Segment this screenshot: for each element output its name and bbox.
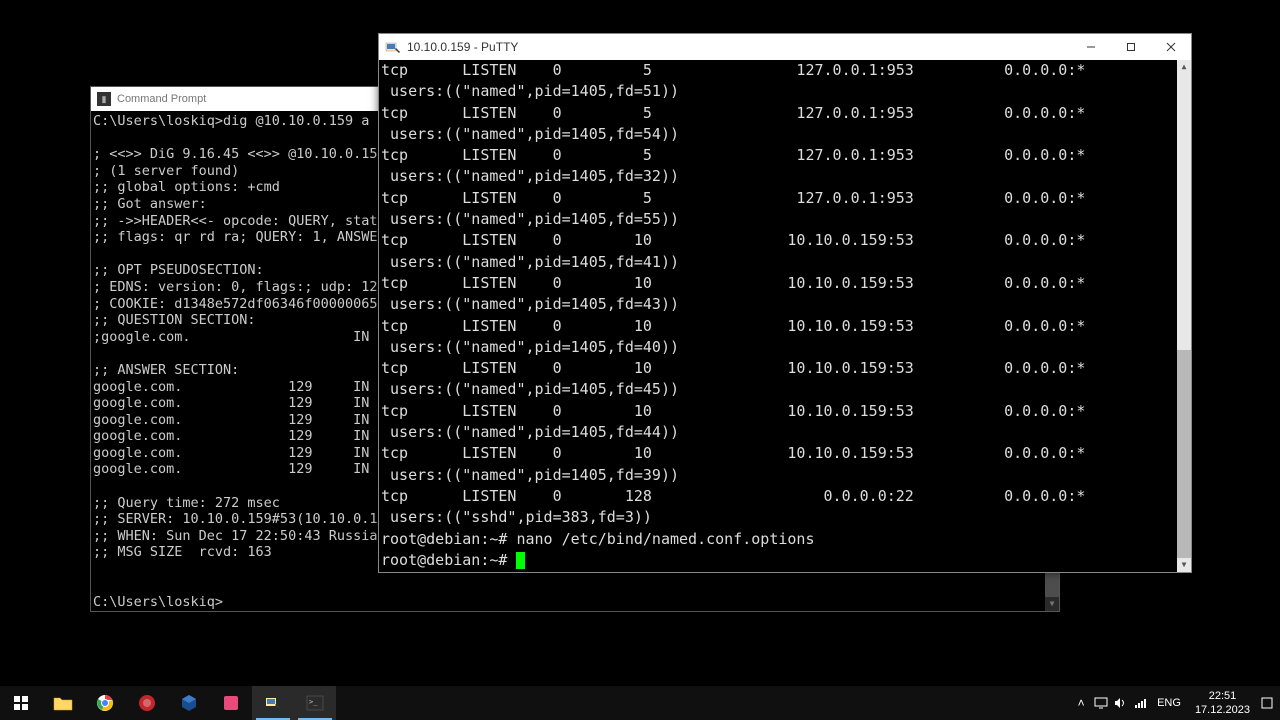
system-tray[interactable]: ˄ ENG 22:51 17.12.2023 bbox=[1071, 686, 1280, 720]
taskbar-app-pink[interactable] bbox=[210, 686, 252, 720]
taskbar[interactable]: >_ ˄ ENG 22:51 17.12.2023 bbox=[0, 686, 1280, 720]
putty-window[interactable]: 10.10.0.159 - PuTTY tcp LISTEN 0 5 127.0… bbox=[378, 33, 1192, 573]
putty-prompt: root@debian:~# bbox=[381, 551, 507, 569]
maximize-button[interactable] bbox=[1111, 34, 1151, 60]
putty-command: nano /etc/bind/named.conf.options bbox=[516, 530, 814, 548]
taskbar-cmd[interactable]: >_ bbox=[294, 686, 336, 720]
close-button[interactable] bbox=[1151, 34, 1191, 60]
tray-volume-icon[interactable] bbox=[1111, 686, 1131, 720]
tray-network-icon[interactable] bbox=[1131, 686, 1151, 720]
putty-scroll-thumb[interactable] bbox=[1177, 350, 1191, 560]
cmd-scroll-down[interactable]: ▼ bbox=[1045, 597, 1059, 611]
putty-scroll-up[interactable]: ▲ bbox=[1177, 60, 1191, 74]
tray-date: 17.12.2023 bbox=[1195, 703, 1250, 717]
minimize-button[interactable] bbox=[1071, 34, 1111, 60]
taskbar-virtualbox[interactable] bbox=[168, 686, 210, 720]
putty-titlebar[interactable]: 10.10.0.159 - PuTTY bbox=[379, 34, 1191, 60]
putty-icon bbox=[385, 39, 401, 55]
putty-title: 10.10.0.159 - PuTTY bbox=[407, 40, 1071, 54]
putty-scroll-down[interactable]: ▼ bbox=[1177, 558, 1191, 572]
cmd-scroll-thumb[interactable] bbox=[1045, 571, 1059, 597]
tray-clock[interactable]: 22:51 17.12.2023 bbox=[1187, 689, 1258, 717]
putty-scrollbar[interactable]: ▲ ▼ bbox=[1177, 60, 1191, 572]
tray-chevron-icon[interactable]: ˄ bbox=[1071, 686, 1091, 720]
taskbar-file-explorer[interactable] bbox=[42, 686, 84, 720]
putty-prompt: root@debian:~# bbox=[381, 530, 507, 548]
tray-time: 22:51 bbox=[1195, 689, 1250, 703]
tray-language[interactable]: ENG bbox=[1151, 697, 1187, 709]
tray-monitor-icon[interactable] bbox=[1091, 686, 1111, 720]
terminal-cursor bbox=[516, 552, 525, 569]
taskbar-chrome[interactable] bbox=[84, 686, 126, 720]
taskbar-app-red[interactable] bbox=[126, 686, 168, 720]
putty-terminal-body[interactable]: tcp LISTEN 0 5 127.0.0.1:953 0.0.0.0:* u… bbox=[379, 60, 1191, 572]
cmd-title: Command Prompt bbox=[117, 93, 206, 105]
svg-text:>_: >_ bbox=[309, 698, 318, 706]
tray-notifications[interactable] bbox=[1258, 686, 1276, 720]
start-button[interactable] bbox=[0, 686, 42, 720]
cmd-line: C:\Users\loskiq>dig @10.10.0.159 a g bbox=[93, 113, 386, 129]
cmd-icon: ▮ bbox=[97, 92, 111, 106]
taskbar-putty[interactable] bbox=[252, 686, 294, 720]
